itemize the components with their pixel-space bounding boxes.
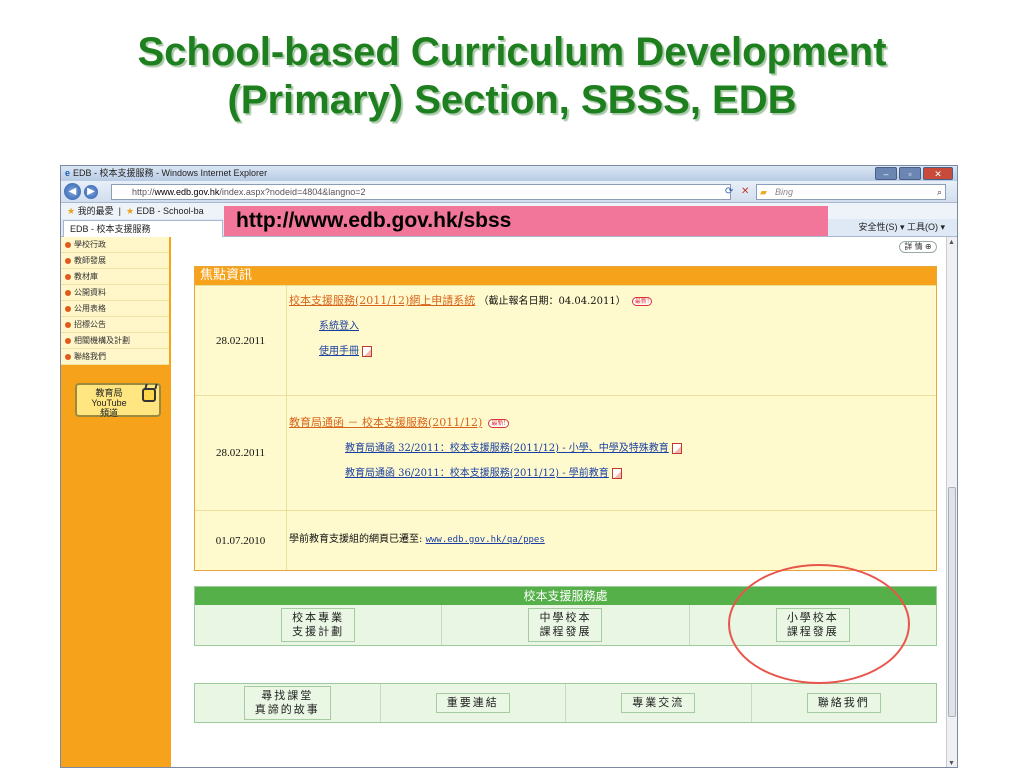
- sidebar-menu: 學校行政教師發展教材庫公開資料公用表格招標公告相關機構及計劃 聯絡我們: [61, 237, 169, 365]
- user-manual-link[interactable]: 使用手冊: [319, 346, 359, 357]
- web-page: 學校行政 教師發展 教材庫 公開資料 公用表格 招標公告 相關機構及計劃 聯絡我們 教育局 Y…: [61, 237, 948, 767]
- favorites-label[interactable]: 我的最愛: [78, 206, 114, 216]
- scroll-thumb[interactable]: [948, 487, 956, 717]
- news-headline-link[interactable]: 校本支援服務(2011/12)網上申請系統: [289, 294, 475, 307]
- moved-text: 學前教育支援組的網頁已遷至:: [289, 534, 423, 545]
- sidebar-item-label: 教材庫: [74, 272, 98, 281]
- bullet-icon: [65, 241, 71, 248]
- professional-exchange-button[interactable]: 專業交流: [621, 693, 696, 713]
- detail-button[interactable]: 詳 情 ⊕: [899, 241, 937, 253]
- tv-icon: [142, 388, 156, 402]
- sidebar-item[interactable]: 公開資料: [61, 285, 169, 301]
- browser-screenshot: e EDB - 校本支援服務 - Windows Internet Explore…: [60, 165, 958, 768]
- url-banner: http://www.edb.gov.hk/sbss: [224, 206, 828, 236]
- primary-curriculum-button[interactable]: 小學校本 課程發展: [775, 608, 850, 642]
- close-button[interactable]: ✕: [923, 167, 953, 180]
- circular-36-link[interactable]: 教育局通函 36/2011：校本支援服務(2011/12) - 學前教育: [345, 468, 609, 479]
- new-badge: 最新!: [488, 419, 509, 428]
- sidebar-item[interactable]: 教師發展: [61, 253, 169, 269]
- back-button[interactable]: ◀: [64, 183, 81, 200]
- news-date: 28.02.2011: [195, 286, 287, 395]
- contact-us-button[interactable]: 聯絡我們: [806, 693, 881, 713]
- sidebar-item-label: 公用表格: [74, 304, 106, 313]
- sidebar-item[interactable]: 相關機構及計劃: [61, 333, 169, 349]
- sidebar-item[interactable]: 教材庫: [61, 269, 169, 285]
- sidebar-item-label: 招標公告: [74, 320, 106, 329]
- search-input[interactable]: ▰ Bing ⌕: [756, 184, 946, 200]
- system-login-link[interactable]: 系統登入: [319, 321, 359, 332]
- refresh-icon[interactable]: ⟳: [725, 184, 733, 200]
- circular-32-link[interactable]: 教育局通函 32/2011：校本支援服務(2011/12) - 小學、中學及特殊…: [345, 443, 669, 454]
- bullet-icon: [65, 273, 71, 280]
- school-support-scheme-button[interactable]: 校本專業 支援計劃: [281, 608, 356, 642]
- address-row: ◀ ▶ http://www.edb.gov.hk/index.aspx?nod…: [61, 181, 957, 203]
- bullet-icon: [65, 289, 71, 296]
- scroll-up-icon[interactable]: ▲: [948, 239, 955, 246]
- sidebar-item[interactable]: 學校行政: [61, 237, 169, 253]
- search-icon[interactable]: ⌕: [937, 185, 942, 199]
- deadline-text: （截止報名日期：04.04.2011）: [478, 296, 626, 307]
- bullet-icon: [65, 305, 71, 312]
- slide-title: School-based Curriculum Development (Pri…: [0, 28, 1024, 124]
- add-favorite-icon[interactable]: ★: [126, 206, 134, 216]
- news-date: 28.02.2011: [195, 396, 287, 510]
- bullet-icon: [65, 337, 71, 344]
- bullet-icon: [65, 353, 71, 360]
- support-header: 校本支援服務處: [195, 587, 936, 605]
- news-row: 28.02.2011 校本支援服務(2011/12)網上申請系統 （截止報名日期…: [195, 285, 936, 395]
- pdf-icon: [671, 443, 682, 454]
- pdf-icon: [611, 468, 622, 479]
- news-row: 28.02.2011 教育局通函 － 校本支援服務(2011/12) 最新! 教…: [195, 395, 936, 510]
- bottom-links: 尋找課堂 真諦的故事 重要連結 專業交流 聯絡我們: [194, 683, 937, 723]
- youtube-channel-button[interactable]: 教育局 YouTube 頻道: [75, 383, 161, 418]
- sidebar-item[interactable]: 聯絡我們: [61, 349, 169, 365]
- ppes-link[interactable]: www.edb.gov.hk/qa/ppes: [426, 535, 545, 545]
- tab-edb[interactable]: EDB - 校本支援服務: [63, 220, 223, 237]
- sidebar-item-label: 教師發展: [74, 256, 106, 265]
- secondary-curriculum-button[interactable]: 中學校本 課程發展: [528, 608, 603, 642]
- bullet-icon: [65, 321, 71, 328]
- forward-button[interactable]: ▶: [84, 185, 98, 199]
- sidebar-item-label: 聯絡我們: [74, 352, 106, 361]
- window-title: EDB - 校本支援服務 - Windows Internet Explorer: [73, 168, 268, 178]
- tools-menu[interactable]: 安全性(S) ▾ 工具(O) ▾: [858, 219, 945, 236]
- news-row: 01.07.2010 學前教育支援組的網頁已遷至: www.edb.gov.hk…: [195, 510, 936, 570]
- sidebar-item[interactable]: 公用表格: [61, 301, 169, 317]
- sidebar-item[interactable]: 招標公告: [61, 317, 169, 333]
- sidebar-item-label: 公開資料: [74, 288, 106, 297]
- address-bar[interactable]: http://www.edb.gov.hk/index.aspx?nodeid=…: [111, 184, 731, 200]
- favorites-star-icon[interactable]: ★: [67, 206, 75, 216]
- important-links-button[interactable]: 重要連結: [435, 693, 510, 713]
- sidebar-item-label: 相關機構及計劃: [74, 336, 130, 345]
- classroom-stories-button[interactable]: 尋找課堂 真諦的故事: [243, 686, 331, 720]
- sidebar: 學校行政教師發展教材庫公開資料公用表格招標公告相關機構及計劃 聯絡我們 教育局 Y…: [61, 237, 171, 767]
- circular-headline-link[interactable]: 教育局通函 － 校本支援服務(2011/12): [289, 416, 482, 429]
- maximize-button[interactable]: ▫: [899, 167, 921, 180]
- scroll-down-icon[interactable]: ▼: [948, 760, 955, 767]
- news-date: 01.07.2010: [195, 511, 287, 570]
- slide-title-line1: School-based Curriculum Development: [137, 30, 887, 74]
- slide-title-line2: (Primary) Section, SBSS, EDB: [227, 78, 797, 122]
- ie-icon: e: [65, 168, 71, 178]
- focus-news-box: 焦點資訊 28.02.2011 校本支援服務(2011/12)網上申請系統 （截…: [194, 266, 937, 571]
- favorite-link[interactable]: EDB - School-ba: [137, 206, 204, 216]
- bing-logo-icon: ▰: [760, 187, 767, 197]
- bullet-icon: [65, 257, 71, 264]
- stop-icon[interactable]: ✕: [741, 184, 749, 200]
- sidebar-item-label: 學校行政: [74, 240, 106, 249]
- new-badge: 最新!: [631, 297, 653, 306]
- vertical-scrollbar[interactable]: ▲ ▼: [946, 237, 957, 767]
- support-services-box: 校本支援服務處 校本專業 支援計劃 中學校本 課程發展 小學校本 課程發展: [194, 586, 937, 646]
- pdf-icon: [362, 346, 372, 357]
- window-titlebar: e EDB - 校本支援服務 - Windows Internet Explore…: [61, 166, 957, 181]
- minimize-button[interactable]: –: [875, 167, 897, 180]
- focus-header: 焦點資訊: [195, 267, 936, 285]
